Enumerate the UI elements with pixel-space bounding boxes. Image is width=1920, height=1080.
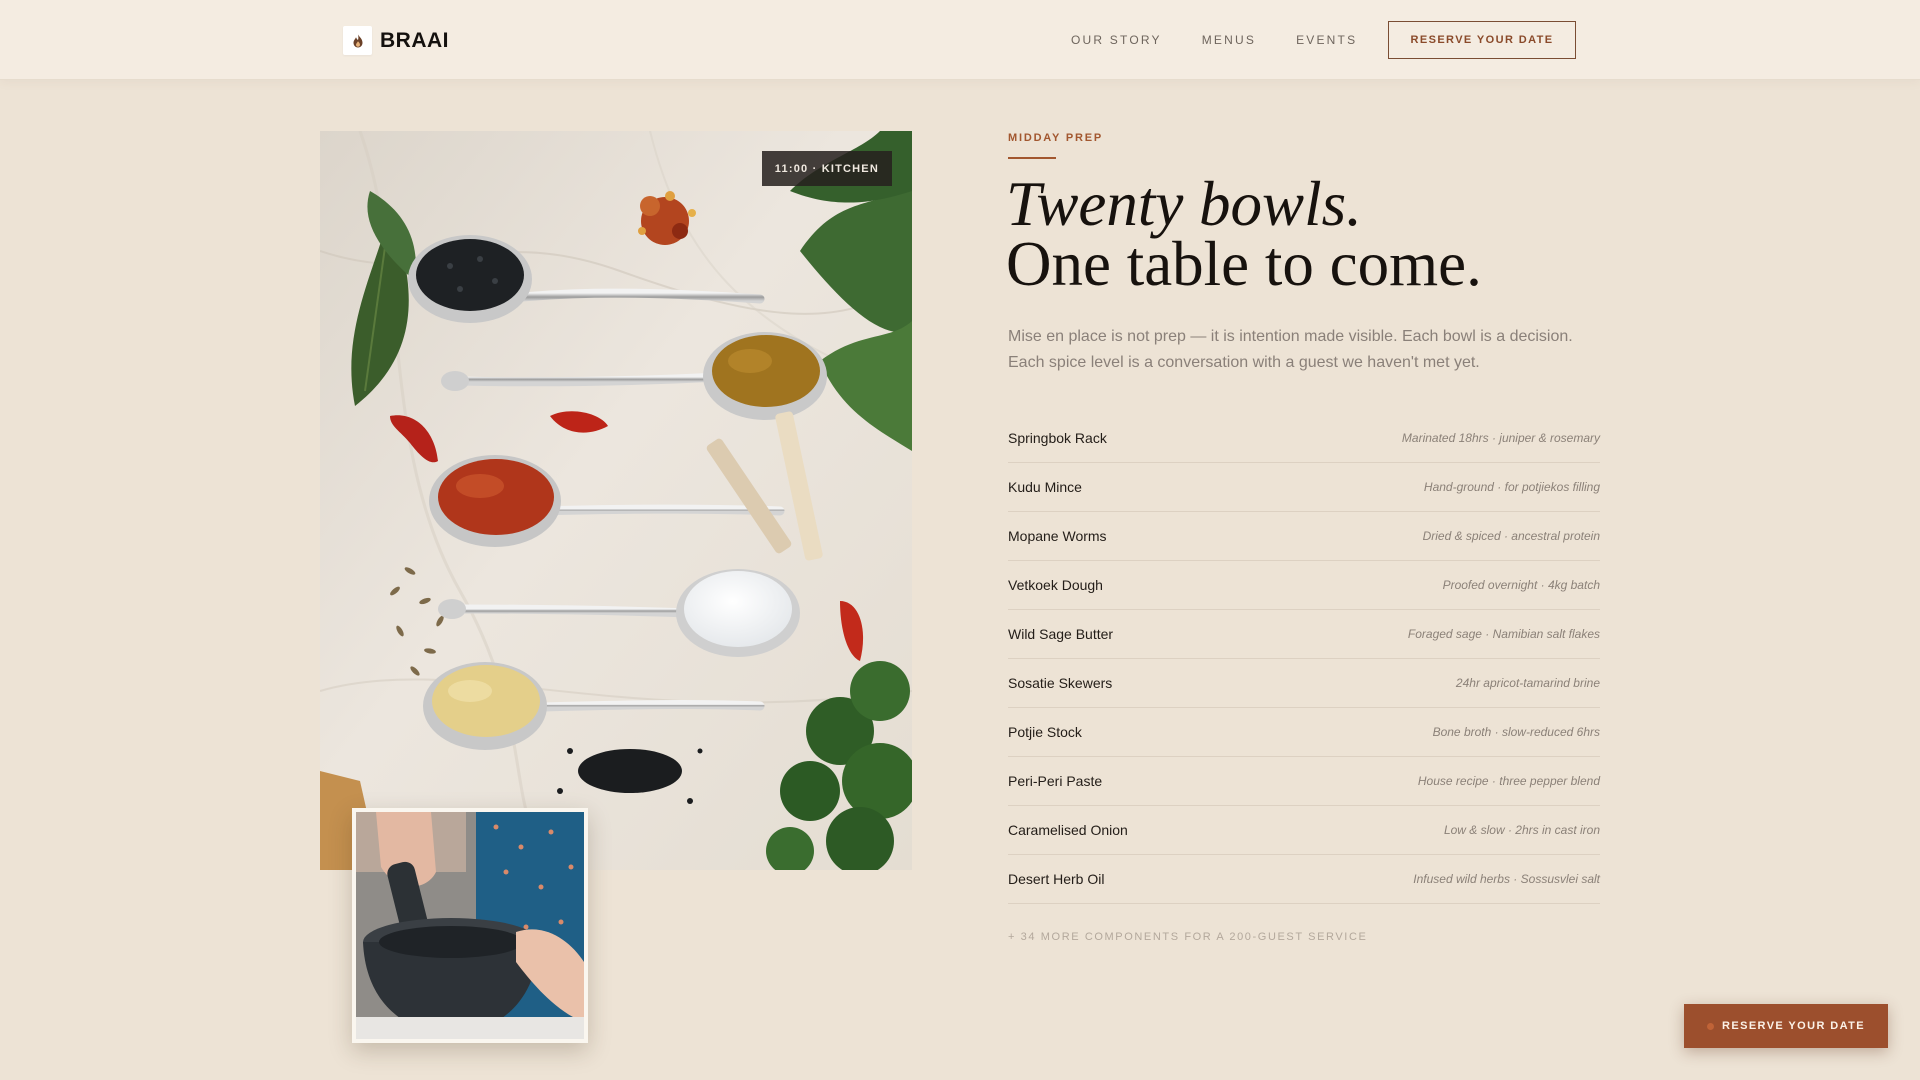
site-header: BRAAI OUR STORY MENUS EVENTS RESERVE YOU… xyxy=(0,0,1920,80)
floating-reserve-label: RESERVE YOUR DATE xyxy=(1722,1020,1865,1032)
flame-dot-icon xyxy=(1707,1022,1714,1030)
ingredient-list: Springbok Rack Marinated 18hrs · juniper… xyxy=(1008,414,1600,904)
ingredient-row: Springbok Rack Marinated 18hrs · juniper… xyxy=(1008,414,1600,463)
ingredient-name: Kudu Mince xyxy=(1008,479,1082,495)
ingredient-row: Kudu Mince Hand-ground · for potjiekos f… xyxy=(1008,463,1600,512)
reserve-date-button[interactable]: RESERVE YOUR DATE xyxy=(1388,21,1576,59)
ingredient-name: Caramelised Onion xyxy=(1008,822,1128,838)
ingredient-name: Mopane Worms xyxy=(1008,528,1107,544)
brand-name: BRAAI xyxy=(380,28,449,52)
main-nav: OUR STORY MENUS EVENTS xyxy=(1071,33,1397,47)
ingredient-row: Peri-Peri Paste House recipe · three pep… xyxy=(1008,757,1600,806)
ingredient-note: Hand-ground · for potjiekos filling xyxy=(1423,480,1600,494)
mortar-photo xyxy=(352,808,588,1043)
ingredient-row: Potjie Stock Bone broth · slow-reduced 6… xyxy=(1008,708,1600,757)
nav-our-story-link[interactable]: OUR STORY xyxy=(1071,33,1162,47)
floating-reserve-button[interactable]: RESERVE YOUR DATE xyxy=(1684,1004,1888,1048)
section-intro: Mise en place is not prep — it is intent… xyxy=(1008,328,1573,371)
flame-icon xyxy=(343,26,372,55)
ingredient-note: Dried & spiced · ancestral protein xyxy=(1422,529,1600,543)
brand-logo[interactable]: BRAAI xyxy=(343,26,449,55)
ingredient-name: Sosatie Skewers xyxy=(1008,675,1113,691)
ingredient-name: Potjie Stock xyxy=(1008,724,1082,740)
time-badge: 11:00 · KITCHEN xyxy=(761,151,892,186)
ingredient-note: Infused wild herbs · Sossusvlei salt xyxy=(1413,872,1600,886)
ingredient-note: Marinated 18hrs · juniper & rosemary xyxy=(1401,431,1600,445)
ingredient-name: Desert Herb Oil xyxy=(1008,871,1105,887)
nav-events-link[interactable]: EVENTS xyxy=(1296,33,1357,47)
ingredient-name: Wild Sage Butter xyxy=(1008,626,1114,642)
spices-photo: 11:00 · KITCHEN xyxy=(320,131,912,870)
section-headline: Twenty bowls. One table to come. xyxy=(1006,169,1646,299)
section-eyebrow: MIDDAY PREP xyxy=(1008,132,1103,144)
ingredient-row: Mopane Worms Dried & spiced · ancestral … xyxy=(1008,512,1600,561)
headline-line-2: One table to come. xyxy=(1006,229,1482,299)
nav-menus-link[interactable]: MENUS xyxy=(1202,33,1256,47)
ingredient-note: House recipe · three pepper blend xyxy=(1417,774,1600,788)
ingredient-note: Low & slow · 2hrs in cast iron xyxy=(1443,823,1600,837)
ingredient-note: Bone broth · slow-reduced 6hrs xyxy=(1432,725,1600,739)
ingredient-row: Caramelised Onion Low & slow · 2hrs in c… xyxy=(1008,806,1600,855)
ingredient-row: Sosatie Skewers 24hr apricot-tamarind br… xyxy=(1008,659,1600,708)
ingredient-note: 24hr apricot-tamarind brine xyxy=(1455,676,1600,690)
ingredient-name: Peri-Peri Paste xyxy=(1008,773,1103,789)
ingredient-row: Vetkoek Dough Proofed overnight · 4kg ba… xyxy=(1008,561,1600,610)
ingredient-note: Proofed overnight · 4kg batch xyxy=(1442,578,1600,592)
eyebrow-divider xyxy=(1008,157,1056,159)
ingredient-name: Springbok Rack xyxy=(1008,430,1107,446)
ingredient-row: Desert Herb Oil Infused wild herbs · Sos… xyxy=(1008,855,1600,904)
headline-line-1: Twenty bowls. xyxy=(1006,169,1362,239)
ingredient-name: Vetkoek Dough xyxy=(1008,577,1103,593)
more-components-note: + 34 MORE COMPONENTS FOR A 200-GUEST SER… xyxy=(1008,931,1368,943)
ingredient-row: Wild Sage Butter Foraged sage · Namibian… xyxy=(1008,610,1600,659)
ingredient-note: Foraged sage · Namibian salt flakes xyxy=(1407,627,1600,641)
